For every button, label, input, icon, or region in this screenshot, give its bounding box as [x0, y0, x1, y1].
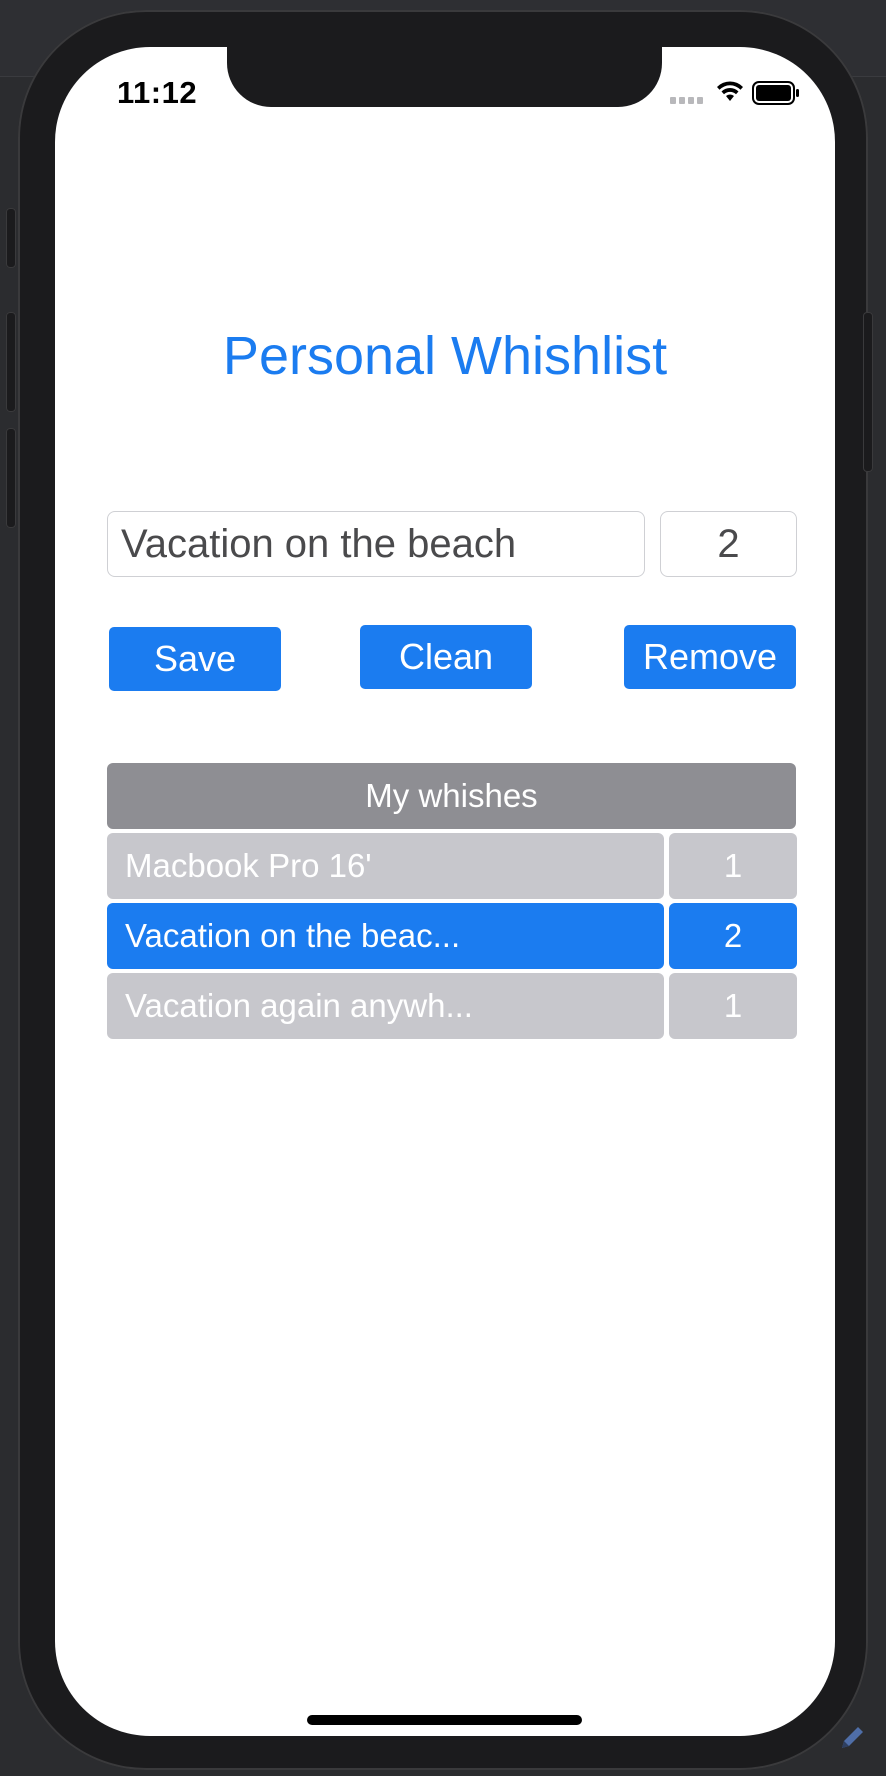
app-screen: 11:12 Personal Whishlist Save Clean Remo… — [55, 47, 835, 1736]
remove-button[interactable]: Remove — [624, 625, 796, 689]
row-quantity-cell[interactable]: 1 — [669, 973, 797, 1039]
save-button[interactable]: Save — [109, 627, 281, 691]
wish-quantity-input[interactable] — [660, 511, 797, 577]
row-quantity-cell[interactable]: 1 — [669, 833, 797, 899]
row-name-cell[interactable]: Vacation on the beac... — [107, 903, 664, 969]
pencil-icon[interactable] — [838, 1722, 868, 1752]
table-row[interactable]: Vacation again anywh... 1 — [107, 973, 797, 1039]
device-volume-up-button — [6, 312, 16, 412]
page-title: Personal Whishlist — [222, 326, 668, 386]
table-header: My whishes — [107, 763, 796, 829]
battery-icon — [752, 81, 799, 105]
row-quantity-cell[interactable]: 2 — [669, 903, 797, 969]
status-time: 11:12 — [117, 75, 198, 110]
row-name-cell[interactable]: Macbook Pro 16' — [107, 833, 664, 899]
clean-button[interactable]: Clean — [360, 625, 532, 689]
row-name-cell[interactable]: Vacation again anywh... — [107, 973, 664, 1039]
device-power-button — [863, 312, 873, 472]
table-row-selected[interactable]: Vacation on the beac... 2 — [107, 903, 797, 969]
home-indicator[interactable] — [307, 1715, 582, 1725]
table-row[interactable]: Macbook Pro 16' 1 — [107, 833, 797, 899]
device-notch — [227, 47, 662, 107]
wifi-icon — [717, 81, 743, 101]
signal-icon — [670, 97, 703, 104]
device-side-button — [6, 208, 16, 268]
wish-name-input[interactable] — [107, 511, 645, 577]
device-volume-down-button — [6, 428, 16, 528]
